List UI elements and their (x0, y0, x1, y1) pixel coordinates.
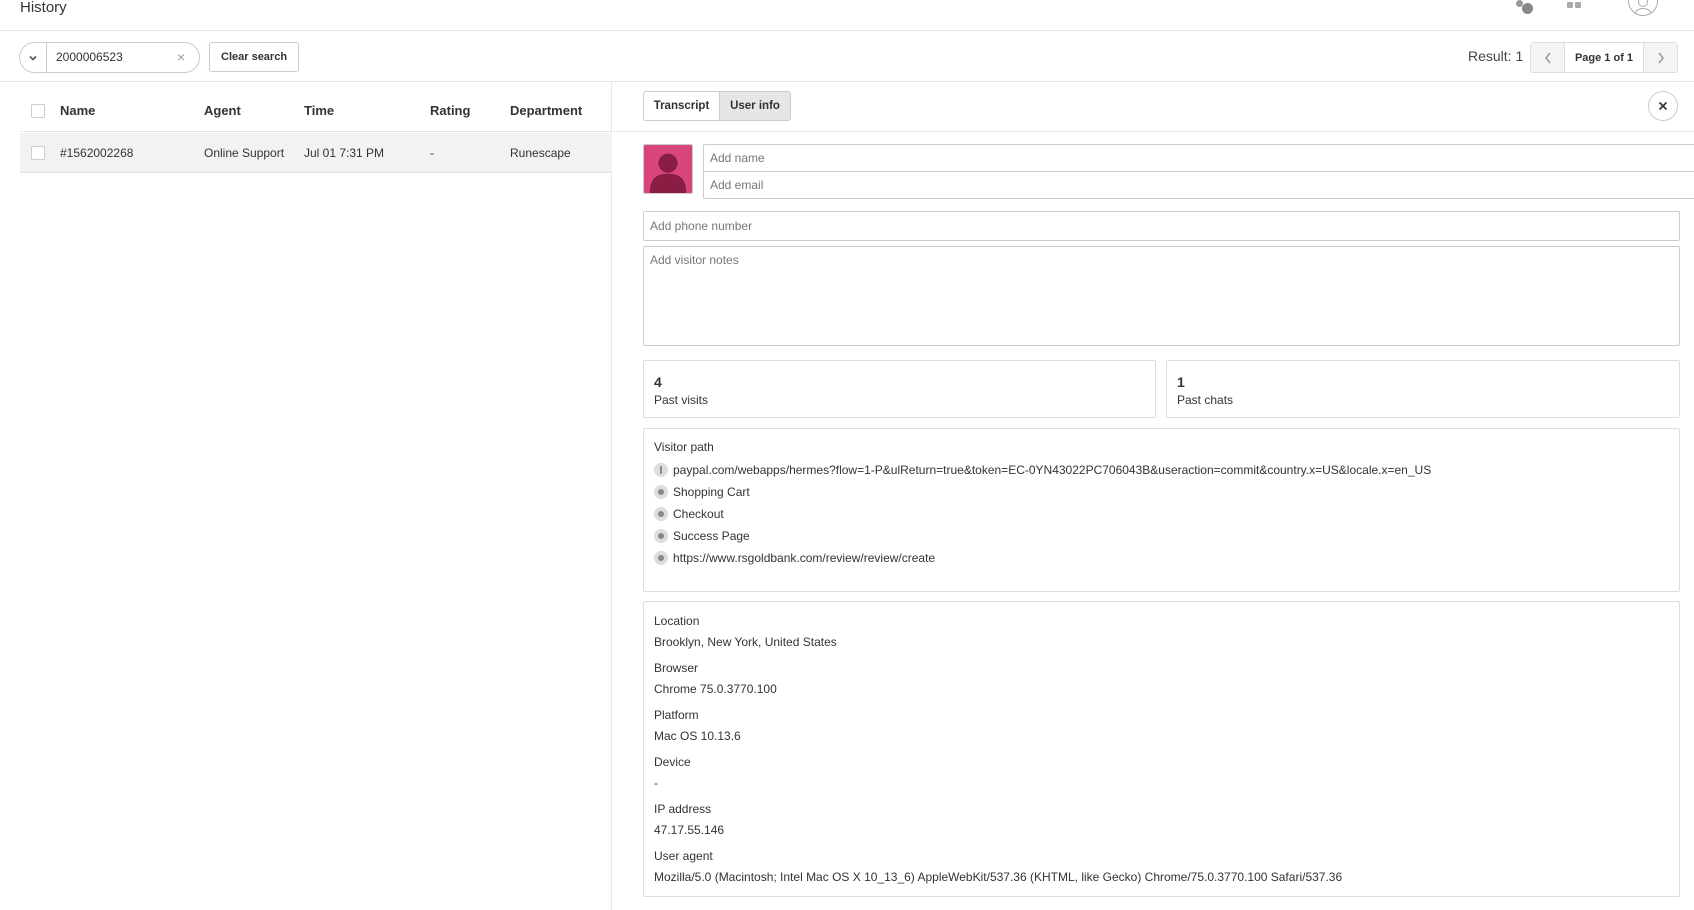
table-header: Name Agent Time Rating Department (20, 82, 612, 132)
past-chats-count: 1 (1177, 374, 1185, 390)
column-header-rating[interactable]: Rating (430, 103, 470, 118)
column-header-name[interactable]: Name (60, 103, 95, 118)
path-dot-icon (654, 529, 668, 543)
person-silhouette-icon (649, 153, 687, 193)
visitor-phone-field[interactable] (643, 211, 1680, 241)
visitor-path-section: Visitor path paypal.com/webapps/hermes?f… (643, 428, 1680, 592)
platform-label: Platform (654, 708, 699, 722)
cell-agent: Online Support (204, 146, 285, 160)
chevron-left-icon (1544, 52, 1551, 63)
page-indicator: Page 1 of 1 (1564, 43, 1644, 72)
close-panel-button[interactable] (1648, 91, 1678, 121)
visitor-name-field[interactable] (703, 144, 1694, 172)
chevron-right-icon (1657, 52, 1664, 63)
column-header-department[interactable]: Department (510, 103, 582, 118)
past-chats-card: 1 Past chats (1166, 360, 1680, 418)
row-checkbox[interactable] (31, 146, 45, 160)
path-item: Success Page (654, 528, 1674, 544)
path-item-text: Success Page (673, 529, 750, 543)
clear-input-icon[interactable]: × (177, 49, 185, 65)
cell-time: Jul 01 7:31 PM (304, 146, 385, 160)
top-header: History (0, 0, 1694, 31)
close-icon (1658, 101, 1668, 111)
search-box: × (19, 42, 200, 73)
path-item-text: paypal.com/webapps/hermes?flow=1-P&ulRet… (673, 463, 1432, 477)
visitor-path-title: Visitor path (654, 440, 714, 454)
device-value: - (654, 776, 658, 790)
path-item: paypal.com/webapps/hermes?flow=1-P&ulRet… (654, 462, 1674, 478)
tab-user-info[interactable]: User info (719, 91, 791, 121)
pagination: Page 1 of 1 (1530, 42, 1678, 73)
result-count: Result: 1 (1468, 48, 1524, 64)
location-value: Brooklyn, New York, United States (654, 635, 837, 649)
visitor-details-section: Location Brooklyn, New York, United Stat… (643, 601, 1680, 897)
search-filter-dropdown[interactable] (20, 43, 47, 72)
past-visits-label: Past visits (654, 393, 709, 407)
visitor-avatar (643, 144, 693, 194)
chat-history-list: Name Agent Time Rating Department #15620… (0, 82, 612, 910)
path-dot-icon (654, 485, 668, 499)
ip-address-value: 47.17.55.146 (654, 823, 725, 837)
ip-address-label: IP address (654, 802, 712, 816)
path-dot-icon (654, 551, 668, 565)
platform-value: Mac OS 10.13.6 (654, 729, 741, 743)
prev-page-button[interactable] (1531, 43, 1564, 72)
search-input[interactable] (56, 50, 176, 64)
page-title: History (20, 0, 67, 16)
location-label: Location (654, 614, 700, 628)
visitor-notes-field[interactable] (643, 246, 1680, 346)
past-visits-count: 4 (654, 374, 662, 390)
path-item: Shopping Cart (654, 484, 1674, 500)
past-visits-card: 4 Past visits (643, 360, 1156, 418)
cell-name: #1562002268 (60, 146, 134, 160)
next-page-button[interactable] (1644, 43, 1677, 72)
device-label: Device (654, 755, 691, 769)
detail-tabs: Transcript User info (613, 82, 1694, 132)
tab-transcript[interactable]: Transcript (643, 91, 720, 121)
user-agent-label: User agent (654, 849, 713, 863)
path-start-icon (654, 463, 668, 477)
apps-grid-icon[interactable] (1567, 0, 1583, 14)
path-item-text: Checkout (673, 507, 724, 521)
cell-department: Runescape (510, 146, 571, 160)
past-chats-label: Past chats (1177, 393, 1234, 407)
table-row[interactable]: #1562002268 Online Support Jul 01 7:31 P… (20, 133, 612, 173)
column-header-agent[interactable]: Agent (204, 103, 241, 118)
search-toolbar: × Clear search Result: 1 Page 1 of 1 (0, 32, 1694, 82)
status-dots-icon[interactable] (1516, 0, 1536, 14)
path-item: https://www.rsgoldbank.com/review/review… (654, 550, 1674, 566)
browser-value: Chrome 75.0.3770.100 (654, 682, 777, 696)
user-avatar-icon[interactable] (1628, 0, 1658, 16)
user-agent-value: Mozilla/5.0 (Macintosh; Intel Mac OS X 1… (654, 870, 1343, 884)
path-item: Checkout (654, 506, 1674, 522)
visitor-email-field[interactable] (703, 171, 1694, 199)
select-all-checkbox[interactable] (31, 104, 45, 118)
browser-label: Browser (654, 661, 699, 675)
path-item-text: https://www.rsgoldbank.com/review/review… (673, 551, 936, 565)
path-dot-icon (654, 507, 668, 521)
column-header-time[interactable]: Time (304, 103, 334, 118)
clear-search-button[interactable]: Clear search (209, 42, 300, 72)
path-item-text: Shopping Cart (673, 485, 750, 499)
chat-detail-panel: Transcript User info 4 Past visits 1 Pas… (613, 82, 1694, 910)
chevron-down-icon (29, 55, 37, 61)
cell-rating: - (430, 146, 434, 160)
